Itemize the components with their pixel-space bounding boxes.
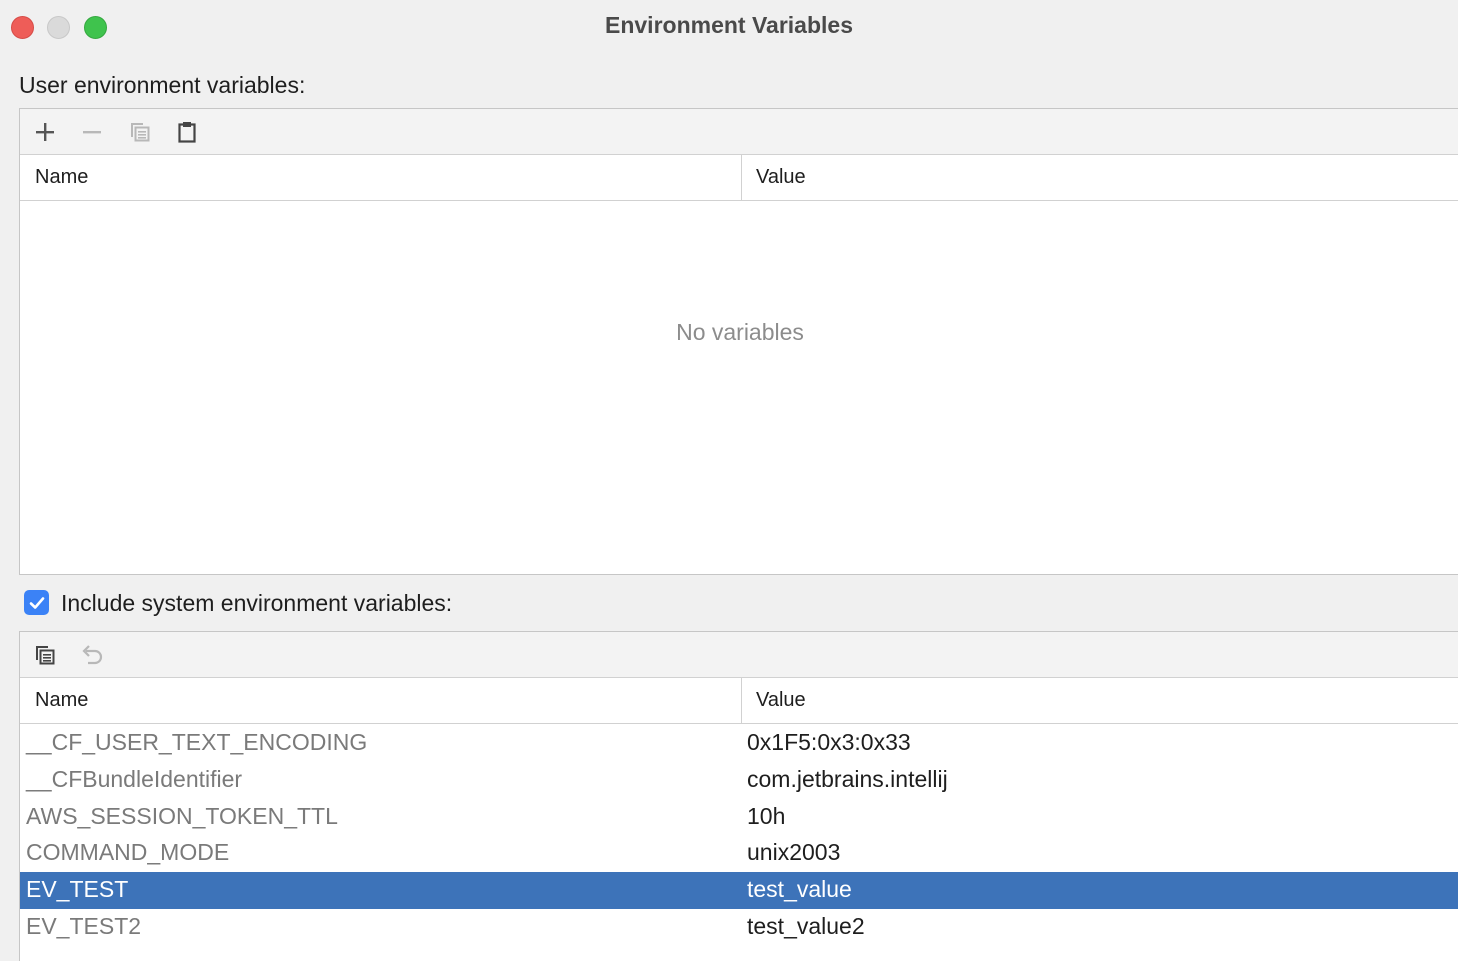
user-variables-label: User environment variables: bbox=[19, 72, 306, 98]
value-column-header[interactable]: Value bbox=[756, 689, 806, 712]
checkmark-icon bbox=[29, 596, 44, 609]
revert-button[interactable] bbox=[78, 640, 108, 670]
plus-icon bbox=[36, 123, 54, 141]
include-system-variables-label[interactable]: Include system environment variables: bbox=[61, 590, 452, 617]
variable-name: __CFBundleIdentifier bbox=[26, 766, 243, 792]
system-variables-panel: Name Value __CF_USER_TEXT_ENCODING 0x1F5… bbox=[19, 631, 1458, 961]
variable-name: EV_TEST2 bbox=[26, 913, 142, 939]
variable-value: test_value2 bbox=[747, 913, 865, 939]
user-variables-header: Name Value bbox=[20, 155, 1458, 201]
remove-variable-button[interactable] bbox=[77, 117, 107, 147]
include-system-variables-checkbox[interactable] bbox=[24, 590, 49, 615]
variable-name: EV_TEST bbox=[26, 876, 129, 902]
variable-name: __CF_USER_TEXT_ENCODING bbox=[26, 729, 368, 755]
value-column-header[interactable]: Value bbox=[756, 166, 806, 189]
copy-icon bbox=[36, 646, 55, 665]
empty-state-text: No variables bbox=[676, 319, 804, 345]
system-variables-header: Name Value bbox=[20, 678, 1458, 724]
variable-value: 10h bbox=[747, 803, 786, 829]
name-column-header[interactable]: Name bbox=[35, 689, 88, 712]
table-row[interactable]: EV_TEST2 test_value2 bbox=[20, 909, 1458, 946]
system-variables-toolbar bbox=[20, 632, 1458, 678]
user-variables-panel: Name Value No variables bbox=[19, 108, 1458, 575]
window-title: Environment Variables bbox=[605, 12, 853, 38]
name-column-header[interactable]: Name bbox=[35, 166, 88, 189]
paste-variables-button[interactable] bbox=[172, 117, 202, 147]
minus-icon bbox=[83, 131, 101, 134]
copy-system-variables-button[interactable] bbox=[30, 640, 60, 670]
table-row[interactable]: AWS_SESSION_TOKEN_TTL 10h bbox=[20, 799, 1458, 836]
title-bar: Environment Variables bbox=[0, 0, 1458, 56]
column-divider[interactable] bbox=[741, 678, 742, 724]
variable-name: AWS_SESSION_TOKEN_TTL bbox=[26, 803, 338, 829]
table-row[interactable]: COMMAND_MODE unix2003 bbox=[20, 835, 1458, 872]
table-row[interactable]: __CF_USER_TEXT_ENCODING 0x1F5:0x3:0x33 bbox=[20, 725, 1458, 762]
variable-value: com.jetbrains.intellij bbox=[747, 766, 948, 792]
variable-value: test_value bbox=[747, 876, 852, 902]
table-row[interactable]: __CFBundleIdentifier com.jetbrains.intel… bbox=[20, 762, 1458, 799]
add-variable-button[interactable] bbox=[30, 117, 60, 147]
user-variables-toolbar bbox=[20, 109, 1458, 155]
column-divider[interactable] bbox=[741, 155, 742, 201]
copy-icon bbox=[131, 123, 150, 142]
table-row-selected[interactable]: EV_TEST test_value bbox=[20, 872, 1458, 909]
undo-icon bbox=[82, 645, 103, 665]
variable-value: 0x1F5:0x3:0x33 bbox=[747, 729, 911, 755]
variable-value: unix2003 bbox=[747, 839, 841, 865]
copy-variables-button[interactable] bbox=[125, 117, 155, 147]
paste-icon bbox=[178, 122, 196, 143]
variable-name: COMMAND_MODE bbox=[26, 839, 230, 865]
